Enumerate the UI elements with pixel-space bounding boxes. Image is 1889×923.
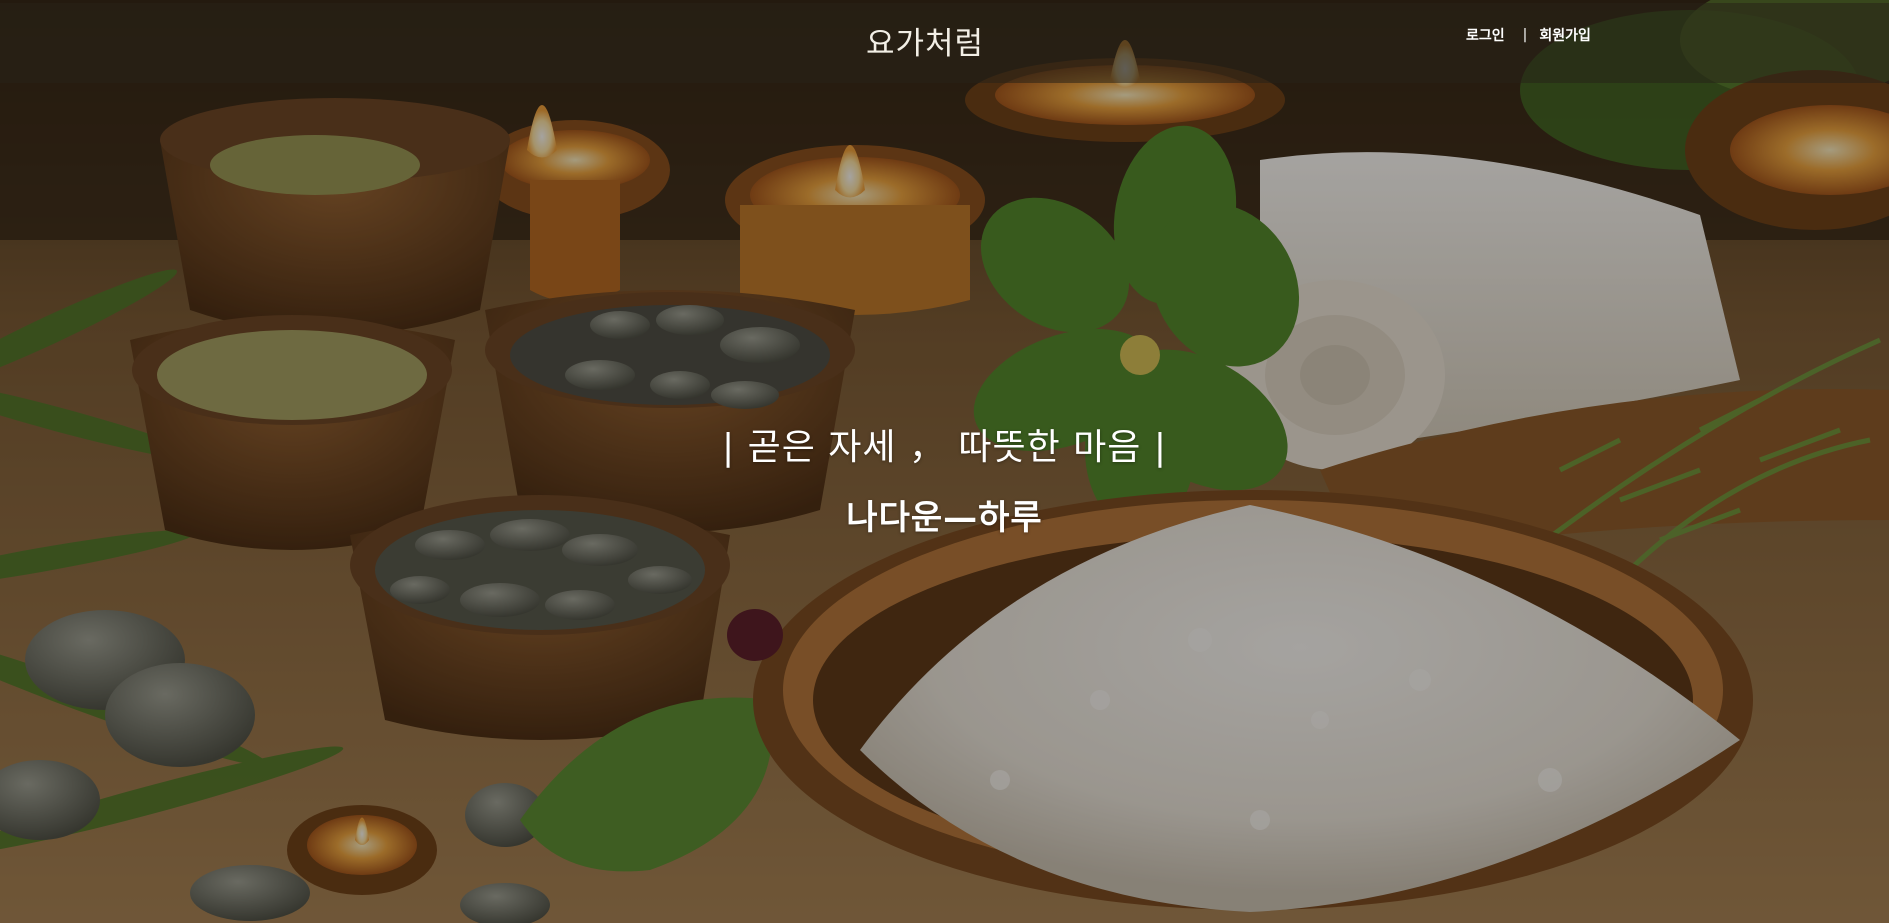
signup-link[interactable]: 회원가입	[1539, 25, 1591, 45]
site-logo[interactable]: 요가처럼	[866, 18, 984, 63]
auth-nav: 로그인 | 회원가입	[1466, 25, 1591, 45]
login-link[interactable]: 로그인	[1466, 25, 1505, 45]
hero-tagline: | 곧은 자세 ， 따뜻한 마음 |	[722, 427, 1167, 468]
landing-page: 요가처럼 로그인 | 회원가입 | 곧은 자세 ， 따뜻한 마음 | 나다운—하…	[0, 0, 1889, 923]
nav-divider: |	[1522, 27, 1528, 43]
hero-subline: 나다운—하루	[846, 498, 1043, 538]
site-header: 요가처럼 로그인 | 회원가입	[0, 3, 1889, 83]
